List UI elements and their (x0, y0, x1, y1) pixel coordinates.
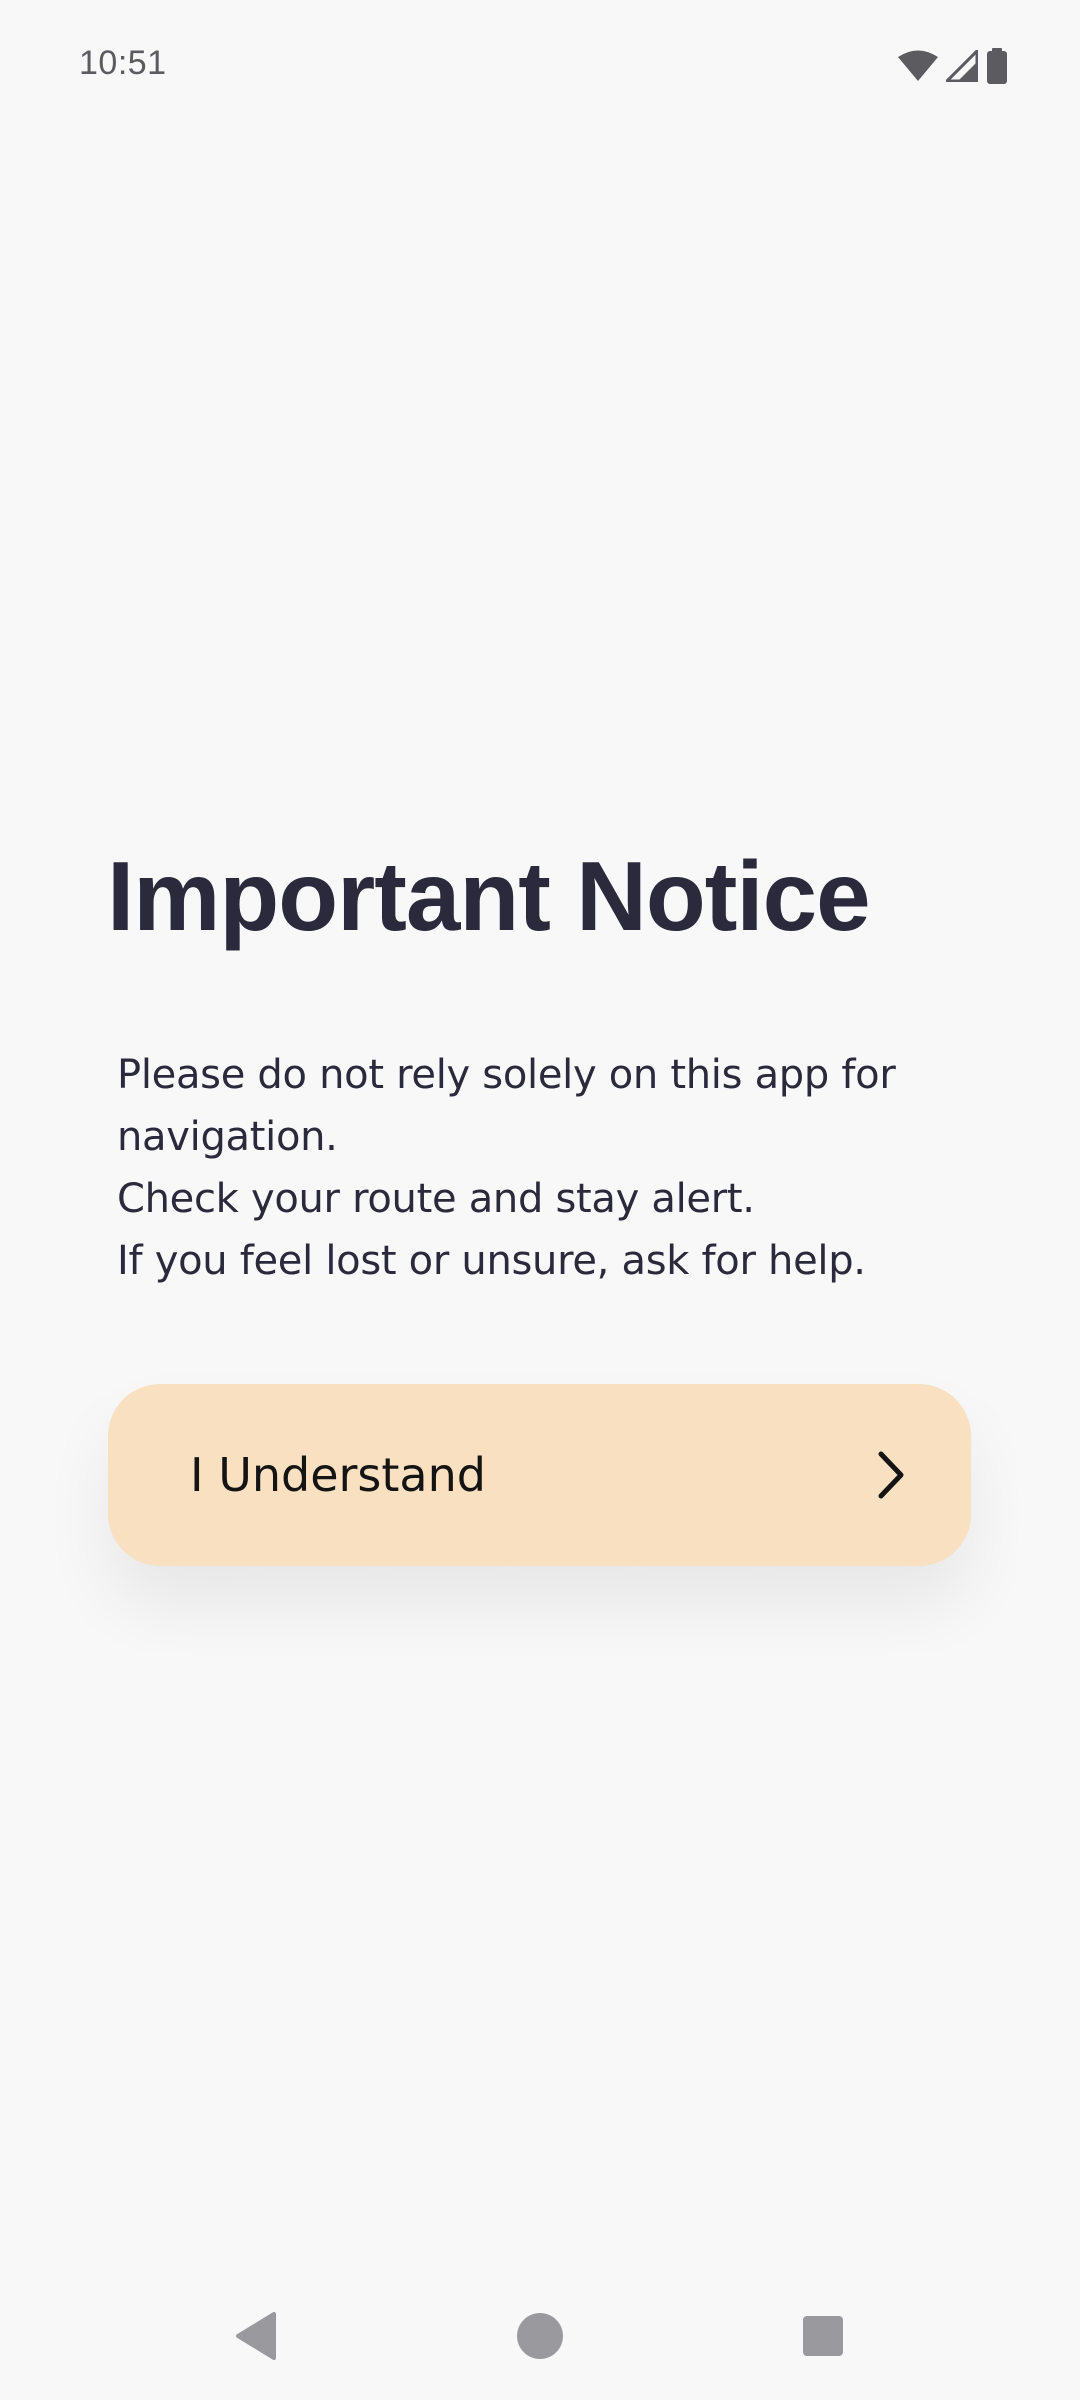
recents-icon[interactable] (802, 2315, 844, 2361)
notice-line: If you feel lost or unsure, ask for help… (117, 1238, 866, 1284)
notice-text: Please do not rely solely on this app fo… (117, 1044, 997, 1292)
wifi-icon (898, 50, 938, 82)
i-understand-button[interactable]: I Understand (108, 1384, 971, 1566)
cell-signal-icon (946, 50, 978, 82)
notice-line: navigation. (117, 1114, 338, 1160)
back-icon[interactable] (234, 2312, 278, 2364)
page-title: Important Notice (107, 841, 871, 951)
chevron-right-icon (873, 1450, 909, 1504)
notice-line: Please do not rely solely on this app fo… (117, 1052, 896, 1098)
status-bar: 10:51 (0, 0, 1080, 132)
status-icons (898, 48, 1008, 84)
battery-icon (986, 48, 1008, 84)
status-time: 10:51 (79, 44, 167, 82)
i-understand-label: I Understand (190, 1448, 486, 1502)
notice-line: Check your route and stay alert. (117, 1176, 755, 1222)
home-icon[interactable] (515, 2311, 565, 2365)
